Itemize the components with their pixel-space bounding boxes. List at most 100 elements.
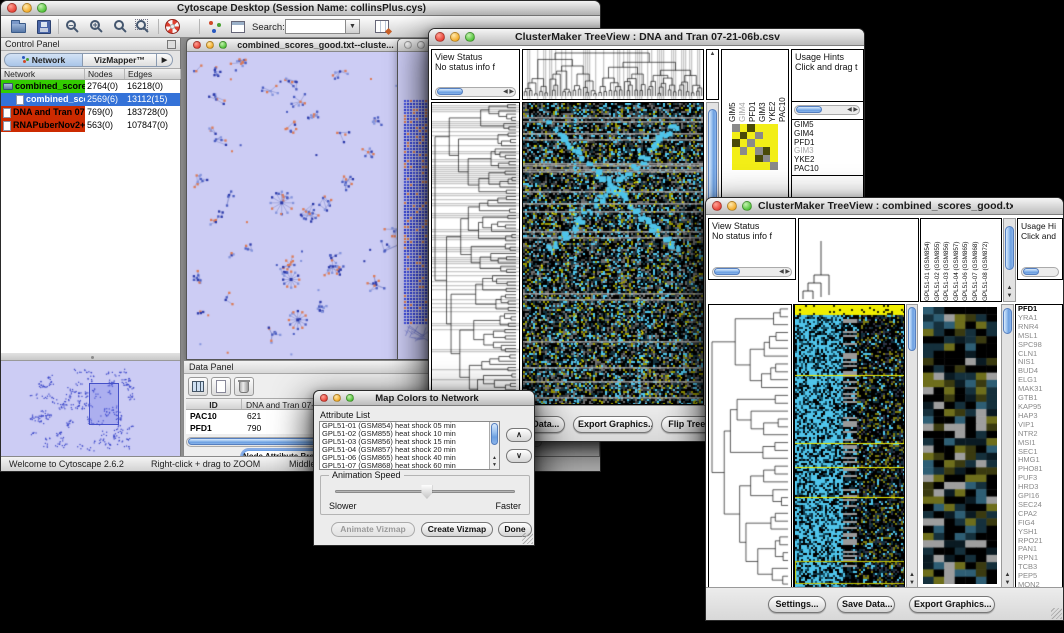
gene-label[interactable]: ELG1 bbox=[1016, 376, 1062, 385]
table-row[interactable]: combined_scores 2764(0) 16218(0) bbox=[1, 80, 180, 93]
close-button[interactable] bbox=[712, 201, 722, 211]
table-row-selected[interactable]: combined_sco 2569(6) 13112(15) bbox=[1, 93, 180, 106]
save-button[interactable] bbox=[34, 17, 54, 37]
scrollbar-thumb[interactable] bbox=[908, 307, 916, 351]
scrollbar-thumb[interactable] bbox=[491, 423, 498, 445]
close-button[interactable] bbox=[404, 41, 412, 49]
slider-thumb[interactable] bbox=[421, 485, 432, 499]
open-file-button[interactable] bbox=[9, 17, 29, 37]
gene-label[interactable]: BUD4 bbox=[1016, 367, 1062, 376]
treeview2-titlebar[interactable]: ClusterMaker TreeView : combined_scores_… bbox=[706, 198, 1063, 215]
gene-label[interactable]: HRD3 bbox=[1016, 483, 1062, 492]
vertical-scrollbar[interactable]: ▲ ▼ bbox=[489, 422, 499, 469]
column-label[interactable]: GPL51-06 (GSM865) bbox=[961, 220, 971, 301]
zoom-button[interactable] bbox=[219, 41, 227, 49]
column-label[interactable]: GIM3 bbox=[758, 52, 768, 122]
new-window-button[interactable] bbox=[228, 17, 248, 37]
select-attributes-button[interactable] bbox=[188, 377, 208, 396]
save-data-button[interactable]: Save Data... bbox=[837, 596, 895, 613]
table-row[interactable]: DNA and Tran 07 769(0) 183728(0) bbox=[1, 106, 180, 119]
column-label[interactable]: GPL51-01 (GSM854) bbox=[923, 220, 933, 301]
heatmap-global[interactable] bbox=[793, 304, 905, 589]
gene-label[interactable]: TCB3 bbox=[1016, 563, 1062, 572]
gene-label[interactable]: SEC24 bbox=[1016, 501, 1062, 510]
minimize-button[interactable] bbox=[417, 41, 425, 49]
gene-label[interactable]: FIG4 bbox=[1016, 519, 1062, 528]
scrollbar-thumb[interactable] bbox=[1003, 308, 1012, 334]
main-titlebar[interactable]: Cytoscape Desktop (Session Name: collins… bbox=[1, 1, 600, 16]
column-id[interactable]: ID bbox=[186, 399, 242, 409]
gene-label[interactable]: GIM4 bbox=[792, 130, 863, 139]
overview-viewport-rect[interactable] bbox=[89, 383, 119, 425]
export-graphics-button[interactable]: Export Graphics... bbox=[909, 596, 995, 613]
tab-network[interactable]: Network bbox=[4, 53, 83, 67]
column-label[interactable]: GIM5 bbox=[728, 52, 738, 122]
create-vizmap-button[interactable]: Create Vizmap bbox=[421, 522, 493, 537]
horizontal-scrollbar[interactable]: ◀ ▶ bbox=[794, 105, 860, 115]
tab-vizmapper[interactable]: VizMapper™ bbox=[83, 53, 157, 67]
close-button[interactable] bbox=[320, 394, 328, 402]
close-button[interactable] bbox=[435, 32, 445, 42]
gene-label[interactable]: VIP1 bbox=[1016, 421, 1062, 430]
scrollbar-thumb[interactable] bbox=[714, 268, 740, 275]
column-label[interactable]: YKE2 bbox=[768, 52, 778, 122]
gene-label[interactable]: RPN1 bbox=[1016, 554, 1062, 563]
column-dendrogram[interactable] bbox=[798, 218, 919, 302]
down-arrow-icon[interactable]: ▼ bbox=[490, 462, 499, 468]
heatmap-zoom[interactable] bbox=[732, 124, 778, 170]
minimize-button[interactable] bbox=[22, 3, 32, 13]
plugin-button[interactable] bbox=[205, 17, 225, 37]
scrollbar-thumb[interactable] bbox=[796, 106, 822, 113]
column-network[interactable]: Network bbox=[1, 69, 85, 79]
column-label[interactable]: GPL51-04 (GSM857) bbox=[952, 220, 962, 301]
scrollbar-arrows-icon[interactable]: ◀ ▶ bbox=[779, 268, 790, 276]
up-arrow-icon[interactable]: ▲ bbox=[490, 455, 499, 461]
gene-label[interactable]: PUF3 bbox=[1016, 474, 1062, 483]
down-arrow-icon[interactable]: ▼ bbox=[1004, 293, 1015, 300]
gene-label[interactable]: MSL1 bbox=[1016, 332, 1062, 341]
gene-label[interactable]: HAP3 bbox=[1016, 412, 1062, 421]
horizontal-scrollbar[interactable]: ◀ ▶ bbox=[712, 267, 792, 277]
zoom-in-button[interactable]: + bbox=[87, 17, 107, 37]
gene-label[interactable]: KAP95 bbox=[1016, 403, 1062, 412]
down-arrow-icon[interactable]: ▼ bbox=[1002, 580, 1013, 587]
scrollbar-arrows-icon[interactable]: ◀ ▶ bbox=[503, 88, 514, 96]
column-label[interactable]: GPL51-02 (GSM855) bbox=[933, 220, 943, 301]
float-panel-icon[interactable] bbox=[167, 40, 176, 49]
attribute-list[interactable]: GPL51-01 (GSM854) heat shock 05 minGPL51… bbox=[319, 421, 500, 470]
move-up-button[interactable]: ∧ bbox=[506, 428, 532, 442]
gene-label[interactable]: NIS1 bbox=[1016, 358, 1062, 367]
gene-label[interactable]: GIM5 bbox=[792, 121, 863, 130]
column-dendrogram[interactable] bbox=[522, 49, 704, 100]
gene-label[interactable]: SPC98 bbox=[1016, 341, 1062, 350]
gene-label[interactable]: PEP5 bbox=[1016, 572, 1062, 581]
zoom-selected-button[interactable] bbox=[133, 17, 153, 37]
vertical-scrollbar[interactable]: ▲ ▼ bbox=[1003, 218, 1016, 302]
minimize-button[interactable] bbox=[206, 41, 214, 49]
gene-label[interactable]: PAN1 bbox=[1016, 545, 1062, 554]
zoom-button[interactable] bbox=[465, 32, 475, 42]
heatmap-global[interactable] bbox=[522, 102, 704, 405]
gene-label[interactable]: PFD1 bbox=[1016, 305, 1062, 314]
minimize-button[interactable] bbox=[333, 394, 341, 402]
column-edges[interactable]: Edges bbox=[125, 69, 181, 79]
row-dendrogram[interactable] bbox=[431, 102, 520, 405]
up-arrow-icon[interactable]: ▲ bbox=[1002, 572, 1013, 579]
gene-label[interactable]: YKE2 bbox=[792, 156, 863, 165]
zoom-button[interactable] bbox=[346, 394, 354, 402]
gene-label[interactable]: PHO81 bbox=[1016, 465, 1062, 474]
gene-label[interactable]: NTR2 bbox=[1016, 430, 1062, 439]
column-label[interactable]: GPL51-08 (GSM872) bbox=[981, 220, 991, 301]
column-label[interactable]: PFD1 bbox=[748, 52, 758, 122]
zoom-button[interactable] bbox=[37, 3, 47, 13]
treeview1-titlebar[interactable]: ClusterMaker TreeView : DNA and Tran 07-… bbox=[429, 29, 864, 46]
close-button[interactable] bbox=[193, 41, 201, 49]
column-label[interactable]: GPL51-03 (GSM856) bbox=[942, 220, 952, 301]
gene-label[interactable]: PFD1 bbox=[792, 139, 863, 148]
heatmap-zoom-panel[interactable] bbox=[921, 304, 1001, 589]
up-arrow-icon[interactable]: ▲ bbox=[707, 51, 718, 57]
scrollbar-thumb[interactable] bbox=[1023, 268, 1039, 275]
settings-button[interactable]: Settings... bbox=[768, 596, 826, 613]
horizontal-scrollbar[interactable]: ◀ ▶ bbox=[435, 87, 516, 97]
minimize-button[interactable] bbox=[450, 32, 460, 42]
